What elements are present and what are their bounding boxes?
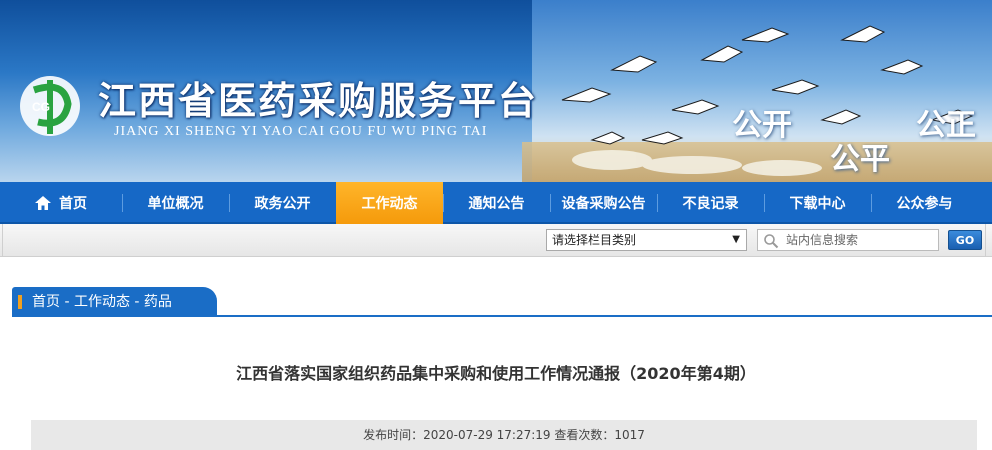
nav-item-government-affairs[interactable]: 政务公开	[229, 182, 336, 224]
nav-item-downloads[interactable]: 下载中心	[764, 182, 871, 224]
go-button[interactable]: GO	[948, 230, 982, 250]
nav-item-equipment-procurement[interactable]: 设备采购公告	[550, 182, 657, 224]
home-icon	[35, 196, 51, 210]
article-meta: 发布时间：2020-07-29 17:27:19 查看次数：1017	[31, 420, 977, 450]
site-title: 江西省医药采购服务平台	[98, 79, 539, 123]
logo-text: CG	[32, 100, 50, 114]
search-toolbar: 请选择栏目类别 ▼ 站内信息搜索 GO	[0, 224, 992, 257]
cranes-illustration	[561, 25, 974, 176]
search-placeholder: 站内信息搜索	[786, 233, 859, 247]
nav-item-label: 设备采购公告	[561, 196, 646, 212]
slogan-just: 公正	[916, 108, 976, 143]
site-subtitle: JIANG XI SHENG YI YAO CAI GOU FU WU PING…	[114, 124, 488, 139]
nav-item-label: 政务公开	[254, 196, 311, 212]
nav-item-label: 单位概况	[147, 196, 204, 212]
slogan-public: 公开	[732, 108, 792, 143]
main-nav: 首页 单位概况 政务公开 工作动态 通知公告 设备采购公告 不良记录 下载中心 …	[0, 182, 992, 224]
breadcrumb[interactable]: 首页 - 工作动态 - 药品	[12, 287, 217, 317]
nav-item-bad-records[interactable]: 不良记录	[657, 182, 764, 224]
nav-item-home[interactable]: 首页	[0, 182, 122, 224]
site-banner: CG 江西省医药采购服务平台 JIANG XI SHENG YI YAO CAI…	[0, 0, 992, 182]
nav-item-label: 工作动态	[361, 196, 418, 212]
category-select[interactable]: 请选择栏目类别 ▼	[546, 229, 747, 251]
nav-item-work-news[interactable]: 工作动态	[336, 182, 443, 224]
nav-item-label: 不良记录	[682, 196, 739, 212]
nav-item-label: 首页	[59, 196, 87, 212]
nav-item-label: 下载中心	[789, 196, 846, 212]
dropdown-arrow-icon: ▼	[732, 234, 740, 245]
breadcrumb-bar: 首页 - 工作动态 - 药品	[12, 287, 992, 317]
site-search-input[interactable]: 站内信息搜索	[757, 229, 939, 251]
nav-item-label: 通知公告	[468, 196, 525, 212]
nav-item-label: 公众参与	[896, 196, 953, 212]
logo-icon: CG	[20, 76, 80, 136]
slogan-fair: 公平	[830, 142, 890, 177]
nav-item-public-participation[interactable]: 公众参与	[871, 182, 978, 224]
nav-item-overview[interactable]: 单位概况	[122, 182, 229, 224]
category-select-value: 请选择栏目类别	[552, 233, 637, 247]
search-icon	[764, 234, 779, 249]
nav-item-notices[interactable]: 通知公告	[443, 182, 550, 224]
article-title: 江西省落实国家组织药品集中采购和使用工作情况通报（2020年第4期）	[236, 364, 756, 383]
